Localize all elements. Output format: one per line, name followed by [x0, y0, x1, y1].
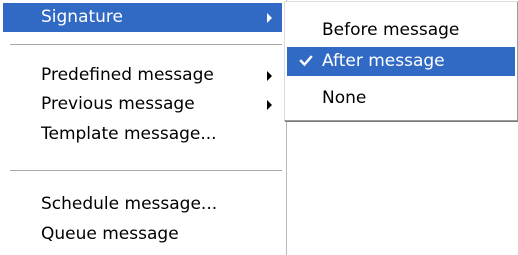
menu-item-predefined-message[interactable]: Predefined message [3, 61, 282, 90]
menu-separator [10, 44, 282, 46]
menu-item-schedule-message[interactable]: Schedule message... [3, 190, 282, 219]
menu-item-label: Predefined message [41, 65, 214, 85]
menu-item-template-message[interactable]: Template message... [3, 120, 282, 149]
menu-item-label: Signature [41, 7, 124, 27]
submenu-item-after-message[interactable]: After message [287, 47, 515, 76]
menu-item-label: Template message... [41, 124, 217, 144]
main-menu: Signature Predefined message Previous me… [0, 0, 287, 255]
submenu-item-label: Before message [322, 20, 460, 40]
signature-submenu: Before message After message None [284, 1, 518, 121]
submenu-item-label: After message [322, 51, 445, 71]
checkmark-icon [299, 55, 313, 67]
menu-item-label: Queue message [41, 224, 179, 244]
submenu-arrow-icon [267, 100, 272, 110]
submenu-arrow-icon [267, 13, 272, 23]
menu-item-label: Schedule message... [41, 194, 218, 214]
menu-item-signature[interactable]: Signature [3, 3, 282, 32]
menu-item-queue-message[interactable]: Queue message [3, 220, 282, 249]
submenu-arrow-icon [267, 71, 272, 81]
submenu-item-label: None [322, 88, 367, 108]
menu-separator [10, 170, 282, 172]
context-menu-area: Signature Predefined message Previous me… [0, 0, 518, 255]
menu-item-previous-message[interactable]: Previous message [3, 90, 282, 119]
submenu-item-none[interactable]: None [287, 84, 515, 113]
submenu-item-before-message[interactable]: Before message [287, 16, 515, 45]
menu-item-label: Previous message [41, 94, 195, 114]
